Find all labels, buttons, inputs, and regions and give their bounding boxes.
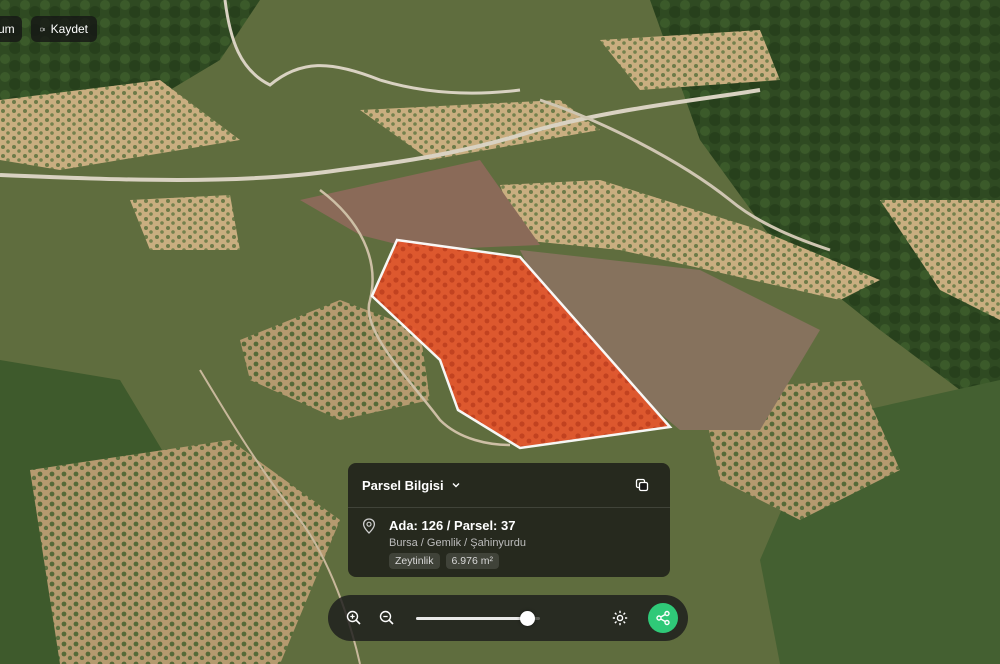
save-button[interactable]: Kaydet	[31, 16, 97, 42]
parcel-id: Ada: 126 / Parsel: 37	[389, 518, 516, 533]
konum-button[interactable]: um	[0, 16, 22, 42]
area-badge: 6.976 m²	[445, 553, 499, 569]
parcel-info-header[interactable]: Parsel Bilgisi	[348, 463, 670, 508]
save-label: Kaydet	[50, 22, 88, 36]
parcel-info-panel: Parsel Bilgisi Ada: 126 / Parsel: 37 Bur…	[348, 463, 670, 577]
copy-icon[interactable]	[634, 477, 652, 495]
location-pin-icon	[362, 518, 376, 534]
parcel-info-body: Ada: 126 / Parsel: 37 Bursa / Gemlik / Ş…	[348, 508, 670, 569]
video-camera-icon	[40, 27, 45, 31]
zoom-slider-fill	[416, 617, 528, 620]
land-type-badge: Zeytinlik	[389, 553, 440, 569]
zoom-in-icon[interactable]	[345, 609, 363, 627]
konum-label: um	[0, 22, 15, 36]
zoom-out-icon[interactable]	[378, 609, 396, 627]
map-control-bar	[328, 595, 688, 641]
share-icon	[656, 610, 670, 626]
share-button[interactable]	[648, 603, 678, 633]
chevron-down-icon[interactable]	[450, 477, 466, 493]
zoom-slider-handle[interactable]	[520, 611, 536, 626]
parcel-info-title: Parsel Bilgisi	[362, 477, 444, 493]
gear-icon[interactable]	[611, 609, 629, 627]
parcel-tags: Zeytinlik 6.976 m²	[389, 553, 656, 569]
parcel-location: Bursa / Gemlik / Şahinyurdu	[389, 537, 526, 549]
zoom-slider[interactable]	[416, 611, 540, 626]
